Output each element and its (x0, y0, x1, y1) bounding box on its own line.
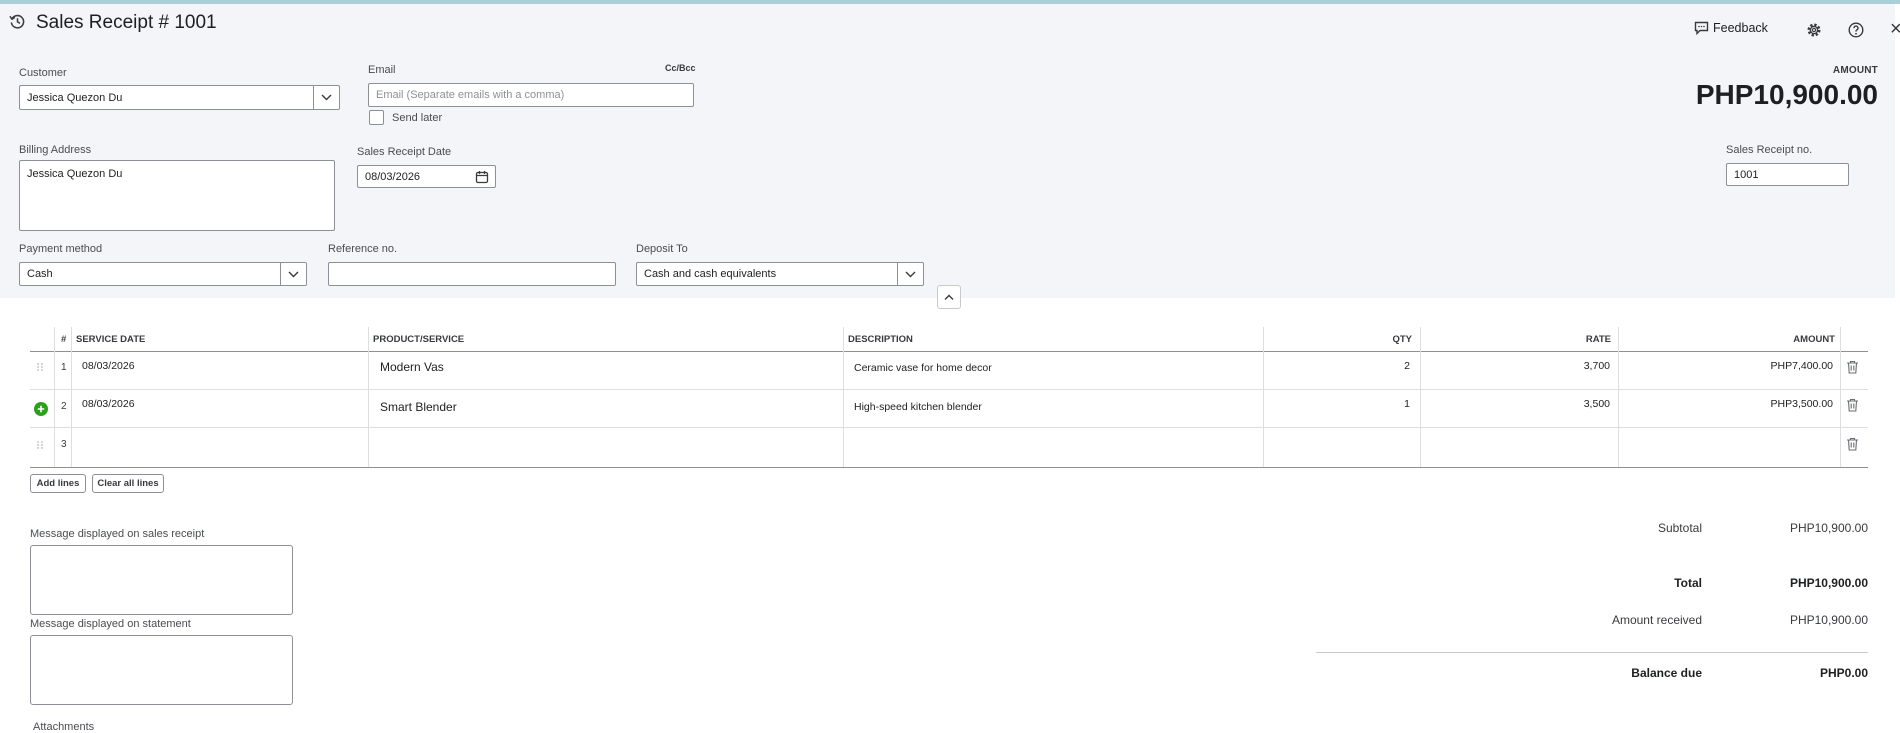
billing-address-field[interactable]: Jessica Quezon Du (19, 160, 335, 231)
col-service-date: SERVICE DATE (76, 334, 146, 345)
collapse-header-button[interactable] (937, 285, 961, 309)
chevron-down-icon[interactable] (313, 86, 339, 109)
row-number: 2 (61, 401, 67, 412)
header-panel (0, 4, 1895, 298)
table-header-divider (30, 351, 1868, 352)
service-date-cell[interactable]: 08/03/2026 (82, 360, 135, 372)
col-divider (1840, 327, 1841, 467)
qty-cell[interactable]: 2 (1404, 360, 1410, 372)
clear-all-lines-button[interactable]: Clear all lines (92, 474, 164, 493)
rate-cell[interactable]: 3,500 (1584, 398, 1610, 410)
col-divider (368, 327, 369, 467)
qty-cell[interactable]: 1 (1404, 398, 1410, 410)
receipt-date-label: Sales Receipt Date (357, 146, 452, 158)
amount-label: AMOUNT (1832, 65, 1878, 76)
close-icon[interactable]: × (1890, 18, 1900, 41)
message-statement-label: Message displayed on statement (30, 618, 191, 630)
billing-address-label: Billing Address (19, 144, 92, 156)
trash-icon[interactable] (1846, 437, 1859, 454)
amount-received-value: PHP10,900.00 (1789, 613, 1868, 627)
col-qty: QTY (1392, 334, 1412, 345)
reference-no-label: Reference no. (328, 243, 398, 255)
balance-due-value: PHP0.00 (1819, 666, 1868, 680)
billing-address-value: Jessica Quezon Du (27, 168, 123, 180)
col-divider (1263, 327, 1264, 467)
receipt-date-value: 08/03/2026 (365, 170, 421, 183)
attachments-label: Attachments (33, 721, 95, 733)
page-title: Sales Receipt # 1001 (36, 12, 217, 33)
message-statement-field[interactable] (30, 635, 293, 705)
cc-bcc-link[interactable]: Cc/Bcc (665, 63, 696, 73)
subtotal-value: PHP10,900.00 (1789, 521, 1868, 535)
message-sales-receipt-field[interactable] (30, 545, 293, 615)
amount-total: PHP10,900.00 (1695, 79, 1878, 110)
total-value: PHP10,900.00 (1789, 576, 1868, 590)
deposit-to-select[interactable]: Cash and cash equivalents (636, 262, 924, 286)
col-divider (843, 327, 844, 467)
message-sales-receipt-label: Message displayed on sales receipt (30, 528, 205, 540)
col-amount: AMOUNT (1793, 334, 1835, 345)
row-number: 3 (61, 439, 67, 450)
feedback-button[interactable]: Feedback (1694, 21, 1768, 35)
send-later-checkbox[interactable] (369, 110, 384, 125)
col-rate: RATE (1585, 334, 1611, 345)
product-cell[interactable]: Smart Blender (380, 400, 457, 414)
chevron-down-icon[interactable] (897, 263, 923, 285)
col-num: # (61, 334, 67, 345)
deposit-to-label: Deposit To (636, 243, 688, 255)
history-icon[interactable] (9, 13, 26, 33)
customer-label: Customer (19, 67, 67, 79)
table-bottom-divider (30, 467, 1868, 468)
service-date-cell[interactable]: 08/03/2026 (82, 398, 135, 410)
payment-method-select[interactable]: Cash (19, 262, 307, 286)
product-cell[interactable]: Modern Vas (380, 360, 444, 374)
row-divider (30, 427, 1868, 428)
col-product-service: PRODUCT/SERVICE (373, 334, 465, 345)
customer-value: Jessica Quezon Du (27, 91, 123, 104)
payment-method-label: Payment method (19, 243, 103, 255)
calendar-icon[interactable] (475, 170, 489, 187)
feedback-label: Feedback (1713, 21, 1768, 35)
receipt-date-field[interactable]: 08/03/2026 (357, 165, 496, 188)
col-divider (71, 327, 72, 467)
total-label: Total (1674, 576, 1702, 590)
trash-icon[interactable] (1846, 360, 1859, 377)
summary-divider (1316, 652, 1868, 653)
reference-no-field[interactable] (328, 262, 616, 286)
receipt-no-field[interactable]: 1001 (1726, 163, 1849, 186)
payment-method-value: Cash (27, 268, 53, 280)
col-divider (1618, 327, 1619, 467)
col-divider (54, 327, 55, 467)
amount-cell[interactable]: PHP7,400.00 (1771, 360, 1833, 372)
description-cell[interactable]: High-speed kitchen blender (854, 401, 982, 413)
receipt-no-label: Sales Receipt no. (1726, 144, 1813, 156)
add-lines-button[interactable]: Add lines (30, 474, 86, 493)
row-number: 1 (61, 362, 67, 373)
col-divider (1420, 327, 1421, 467)
customer-select[interactable]: Jessica Quezon Du (19, 85, 340, 110)
receipt-no-value: 1001 (1734, 168, 1759, 181)
send-later-label: Send later (392, 112, 443, 124)
chevron-up-icon (944, 294, 954, 301)
add-row-icon[interactable] (34, 402, 48, 419)
drag-handle-icon[interactable] (36, 440, 44, 453)
gear-icon[interactable] (1806, 22, 1822, 38)
amount-cell[interactable]: PHP3,500.00 (1771, 398, 1833, 410)
balance-due-label: Balance due (1631, 666, 1702, 680)
col-description: DESCRIPTION (848, 334, 913, 345)
trash-icon[interactable] (1846, 398, 1859, 415)
email-label: Email (368, 64, 396, 76)
description-cell[interactable]: Ceramic vase for home decor (854, 362, 992, 374)
help-icon[interactable] (1848, 22, 1864, 38)
email-placeholder: Email (Separate emails with a comma) (376, 89, 565, 101)
subtotal-label: Subtotal (1657, 521, 1702, 535)
amount-received-label: Amount received (1611, 613, 1702, 627)
email-field[interactable]: Email (Separate emails with a comma) (368, 83, 694, 107)
row-divider (30, 389, 1868, 390)
drag-handle-icon[interactable] (36, 362, 44, 375)
feedback-icon (1694, 21, 1709, 35)
deposit-to-value: Cash and cash equivalents (644, 268, 777, 280)
chevron-down-icon[interactable] (280, 263, 306, 285)
rate-cell[interactable]: 3,700 (1584, 360, 1610, 372)
